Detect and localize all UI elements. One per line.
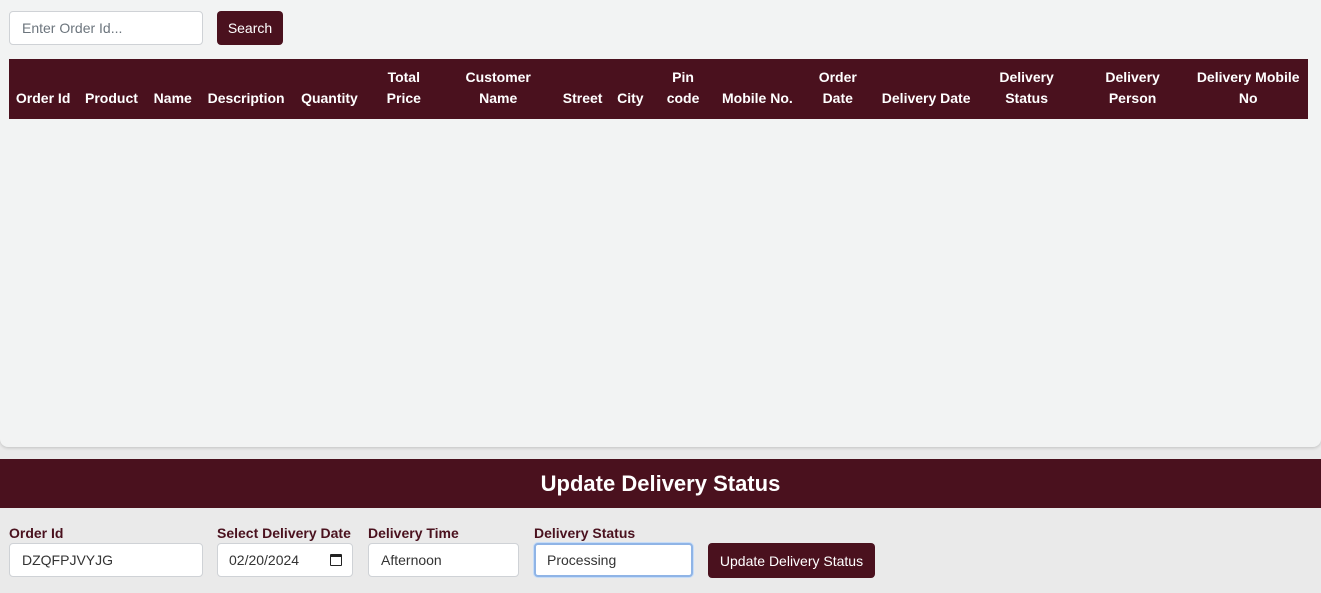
column-header-city: City [617,90,644,106]
column-header-delivery-date: Delivery Date [881,90,971,106]
column-header-delivery-mobile-no: Delivery Mobile No [1196,69,1300,106]
column-header-street: Street [562,90,603,106]
delivery-status-field[interactable] [534,543,693,577]
orders-table: Order Id Product Name Description Quanti… [9,59,1308,119]
delivery-status-label: Delivery Status [534,525,636,541]
column-header-delivery-status: Delivery Status [999,69,1054,106]
order-id-search-input[interactable] [9,11,203,45]
column-header-customer-name: Customer Name [465,69,531,106]
delivery-date-picker[interactable]: 02/20/2024 [217,543,353,577]
delivery-date-value: 02/20/2024 [229,552,300,568]
delivery-time-field-group: Delivery Time [368,525,519,577]
order-id-label: Order Id [9,525,64,541]
column-header-description: Description [207,90,285,106]
column-header-delivery-person: Delivery Person [1105,69,1160,106]
column-header-order-id: Order Id [15,90,71,106]
delivery-date-field-group: Select Delivery Date 02/20/2024 [217,525,353,577]
column-header-product: Product [85,90,138,106]
column-header-total-price: Total Price [386,69,421,106]
order-id-field-group: Order Id [9,525,203,577]
column-header-quantity: Quantity [301,90,358,106]
update-delivery-status-button[interactable]: Update Delivery Status [708,543,875,578]
delivery-time-field[interactable] [368,543,519,577]
search-button[interactable]: Search [217,11,283,45]
search-bar: Search [9,11,283,45]
column-header-pin-code: Pin code [666,69,700,106]
calendar-icon[interactable] [330,554,342,566]
delivery-time-label: Delivery Time [368,525,459,541]
column-header-name: Name [153,90,192,106]
delivery-status-field-group: Delivery Status [534,525,693,577]
order-id-field[interactable] [9,543,203,577]
orders-card: Search Order Id Product Name Description… [0,0,1321,447]
column-header-order-date: Order Date [818,69,857,106]
column-header-mobile-no: Mobile No. [722,90,793,106]
delivery-date-label: Select Delivery Date [217,525,351,541]
update-panel-title: Update Delivery Status [0,459,1321,508]
table-header-row: Order Id Product Name Description Quanti… [9,59,1308,119]
